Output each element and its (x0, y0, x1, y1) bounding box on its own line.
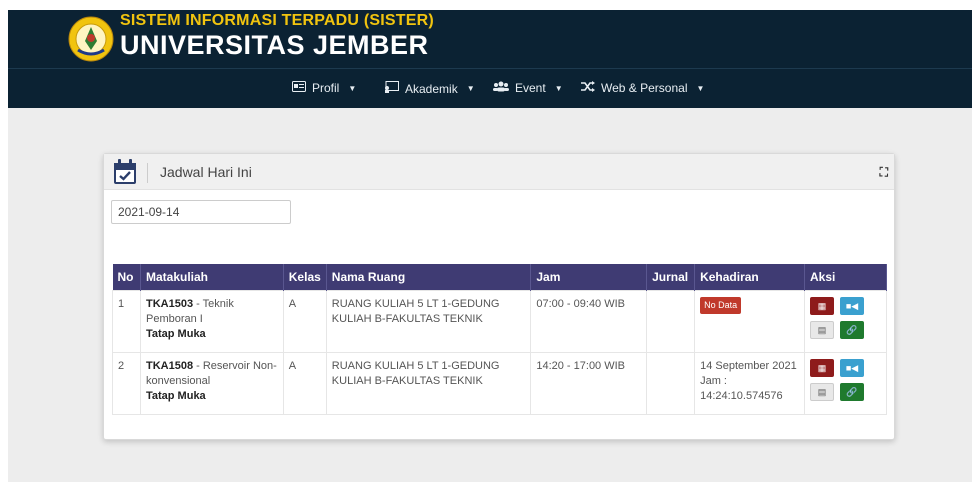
col-kehadiran: Kehadiran (694, 264, 806, 291)
cell-no: 2 (112, 352, 141, 415)
cell-ruang: RUANG KULIAH 5 LT 1-GEDUNG KULIAH B-FAKU… (325, 352, 532, 415)
document-button[interactable]: ▤ (810, 383, 835, 401)
course-mode: Tatap Muka (145, 390, 206, 402)
col-jam: Jam (530, 264, 648, 291)
status-badge: No Data (700, 297, 742, 314)
nav-event[interactable]: Event ▼ (493, 81, 563, 95)
th-large-icon: ▦ (817, 300, 827, 311)
cell-no: 1 (112, 290, 141, 353)
col-jurnal: Jurnal (646, 264, 696, 291)
qr-code-button[interactable]: ▦ (810, 359, 835, 377)
cell-jam: 07:00 - 09:40 WIB (530, 290, 648, 353)
main-nav: Profil ▼ Akademik ▼ Event ▼ Web & Person… (8, 68, 972, 108)
chalkboard-icon (384, 81, 399, 96)
link-icon: 🔗 (846, 386, 858, 397)
header-divider (147, 163, 148, 183)
col-no: No (112, 264, 141, 291)
video-button[interactable]: ■◀ (840, 359, 865, 377)
date-field[interactable] (111, 200, 291, 224)
schedule-card: Jadwal Hari Ini ⛶ No Matakuliah Kelas Na… (103, 153, 895, 440)
table-row: 2 TKA1508 - Reservoir Non-konvensional T… (112, 352, 887, 415)
cell-kelas: A (282, 290, 327, 353)
video-button[interactable]: ■◀ (840, 297, 865, 315)
link-button[interactable]: 🔗 (840, 321, 865, 339)
video-camera-icon: ■◀ (845, 362, 859, 373)
table-header-row: No Matakuliah Kelas Nama Ruang Jam Jurna… (112, 264, 887, 291)
id-card-icon (292, 81, 306, 95)
col-nama-ruang: Nama Ruang (326, 264, 532, 291)
cell-jurnal (646, 352, 696, 415)
chevron-down-icon: ▼ (348, 83, 357, 93)
cell-kelas: A (282, 352, 327, 415)
col-matakuliah: Matakuliah (140, 264, 284, 291)
file-icon: ▤ (817, 324, 827, 335)
th-large-icon: ▦ (817, 362, 827, 373)
col-kelas: Kelas (283, 264, 327, 291)
cell-matakuliah: TKA1503 - Teknik Pemboran I Tatap Muka (139, 290, 284, 353)
nav-web-personal[interactable]: Web & Personal ▼ (581, 81, 704, 95)
cell-matakuliah: TKA1508 - Reservoir Non-konvensional Tat… (139, 352, 284, 415)
university-logo (68, 16, 114, 62)
course-code: TKA1503 (145, 298, 194, 310)
expand-icon[interactable]: ⛶ (880, 165, 888, 180)
calendar-check-icon (113, 159, 137, 188)
nav-profil-label: Profil (312, 81, 340, 95)
page-background: SISTEM INFORMASI TERPADU (SISTER) UNIVER… (8, 10, 972, 482)
chevron-down-icon: ▼ (554, 83, 563, 93)
document-button[interactable]: ▤ (810, 321, 835, 339)
cell-jurnal (646, 290, 696, 353)
nav-profil[interactable]: Profil ▼ (292, 81, 356, 95)
file-icon: ▤ (817, 386, 827, 397)
qr-code-button[interactable]: ▦ (810, 297, 835, 315)
cell-aksi: ▦ ■◀ ▤ 🔗 (804, 290, 887, 353)
cell-aksi: ▦ ■◀ ▤ 🔗 (804, 352, 887, 415)
nav-akademik[interactable]: Akademik ▼ (384, 81, 475, 96)
site-header: SISTEM INFORMASI TERPADU (SISTER) UNIVER… (8, 10, 972, 68)
card-title: Jadwal Hari Ini (160, 164, 252, 180)
chevron-down-icon: ▼ (466, 84, 475, 93)
cell-ruang: RUANG KULIAH 5 LT 1-GEDUNG KULIAH B-FAKU… (325, 290, 532, 353)
col-aksi: Aksi (804, 264, 887, 291)
nav-web-personal-label: Web & Personal (601, 81, 688, 95)
card-header: Jadwal Hari Ini ⛶ (104, 154, 894, 190)
cell-jam: 14:20 - 17:00 WIB (530, 352, 648, 415)
table-row: 1 TKA1503 - Teknik Pemboran I Tatap Muka… (112, 290, 887, 353)
video-camera-icon: ■◀ (845, 300, 859, 311)
random-icon (581, 81, 595, 95)
schedule-table: No Matakuliah Kelas Nama Ruang Jam Jurna… (112, 264, 887, 415)
university-title: UNIVERSITAS JEMBER (120, 30, 429, 60)
course-code: TKA1508 (145, 360, 194, 372)
course-mode: Tatap Muka (145, 328, 206, 340)
link-icon: 🔗 (846, 324, 858, 335)
nav-akademik-label: Akademik (405, 81, 458, 96)
link-button[interactable]: 🔗 (840, 383, 865, 401)
chevron-down-icon: ▼ (696, 83, 705, 93)
cell-kehadiran: 14 September 2021 Jam : 14:24:10.574576 (694, 352, 806, 415)
users-icon (493, 81, 509, 95)
nav-event-label: Event (515, 81, 546, 95)
cell-kehadiran: No Data (694, 290, 806, 353)
system-title: SISTEM INFORMASI TERPADU (SISTER) (120, 12, 434, 29)
